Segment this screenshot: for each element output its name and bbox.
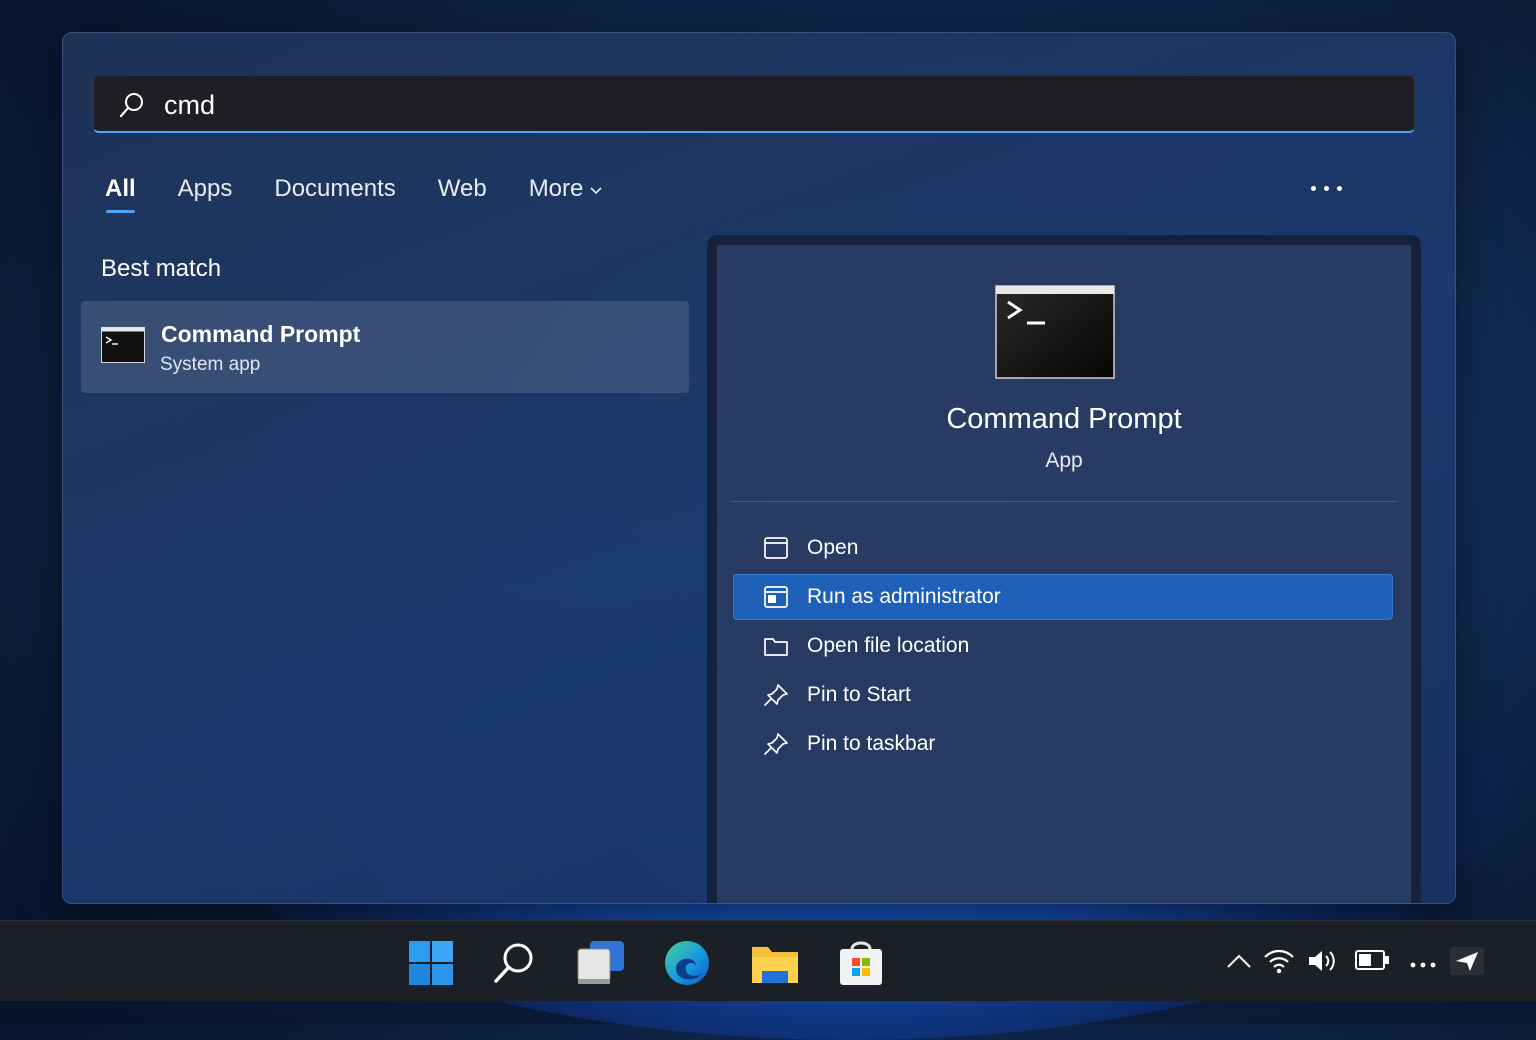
result-type: System app bbox=[160, 354, 261, 375]
tab-all[interactable]: All bbox=[105, 175, 136, 213]
more-options-icon[interactable] bbox=[1307, 173, 1347, 203]
pin-icon bbox=[764, 733, 788, 755]
command-prompt-icon bbox=[101, 327, 145, 363]
file-explorer-icon[interactable] bbox=[750, 939, 800, 987]
window-icon bbox=[764, 537, 788, 559]
start-search-panel: All Apps Documents Web More Best match C… bbox=[62, 32, 1456, 904]
search-icon[interactable] bbox=[490, 939, 540, 987]
admin-window-icon bbox=[764, 586, 788, 608]
detail-title: Command Prompt bbox=[946, 403, 1182, 435]
detail-pane: Command Prompt App Open Run as administr… bbox=[707, 235, 1421, 903]
pin-to-start-action[interactable]: Pin to Start bbox=[733, 672, 1393, 718]
notification-icon[interactable] bbox=[1450, 947, 1484, 975]
search-icon bbox=[119, 93, 143, 118]
best-match-result[interactable]: Command Prompt System app bbox=[81, 301, 689, 393]
action-label: Open bbox=[807, 536, 859, 559]
pin-to-taskbar-action[interactable]: Pin to taskbar bbox=[733, 721, 1393, 767]
folder-icon bbox=[764, 638, 788, 656]
open-action[interactable]: Open bbox=[733, 525, 1393, 571]
chevron-up-icon[interactable] bbox=[1226, 953, 1252, 969]
overflow-dots-icon[interactable] bbox=[1408, 957, 1440, 969]
divider bbox=[731, 501, 1397, 502]
search-box[interactable] bbox=[93, 75, 1415, 134]
tab-documents[interactable]: Documents bbox=[274, 175, 395, 213]
chevron-down-icon bbox=[590, 187, 602, 194]
result-name: Command Prompt bbox=[161, 321, 361, 347]
pin-icon bbox=[764, 684, 788, 706]
microsoft-store-icon[interactable] bbox=[836, 939, 886, 987]
task-view-icon[interactable] bbox=[576, 939, 626, 987]
taskbar bbox=[0, 920, 1536, 1001]
action-label: Pin to Start bbox=[807, 683, 911, 706]
edge-icon[interactable] bbox=[662, 939, 712, 987]
volume-icon[interactable] bbox=[1306, 947, 1340, 975]
search-input[interactable] bbox=[162, 76, 1366, 134]
command-prompt-large-icon bbox=[995, 285, 1115, 379]
tab-web[interactable]: Web bbox=[438, 175, 487, 213]
best-match-heading: Best match bbox=[101, 255, 222, 282]
tab-more[interactable]: More bbox=[529, 175, 604, 213]
filter-tabs: All Apps Documents Web More bbox=[105, 175, 645, 219]
tab-apps[interactable]: Apps bbox=[178, 175, 233, 213]
battery-icon[interactable] bbox=[1354, 947, 1392, 973]
action-label: Pin to taskbar bbox=[807, 732, 936, 755]
action-list: Open Run as administrator Open file loca… bbox=[733, 525, 1393, 770]
action-label: Open file location bbox=[807, 634, 970, 657]
windows-start-icon[interactable] bbox=[406, 939, 456, 987]
open-file-location-action[interactable]: Open file location bbox=[733, 623, 1393, 669]
action-label: Run as administrator bbox=[807, 585, 1001, 608]
run-as-administrator-action[interactable]: Run as administrator bbox=[733, 574, 1393, 620]
detail-subtitle: App bbox=[1045, 449, 1083, 472]
wifi-icon[interactable] bbox=[1262, 947, 1296, 975]
